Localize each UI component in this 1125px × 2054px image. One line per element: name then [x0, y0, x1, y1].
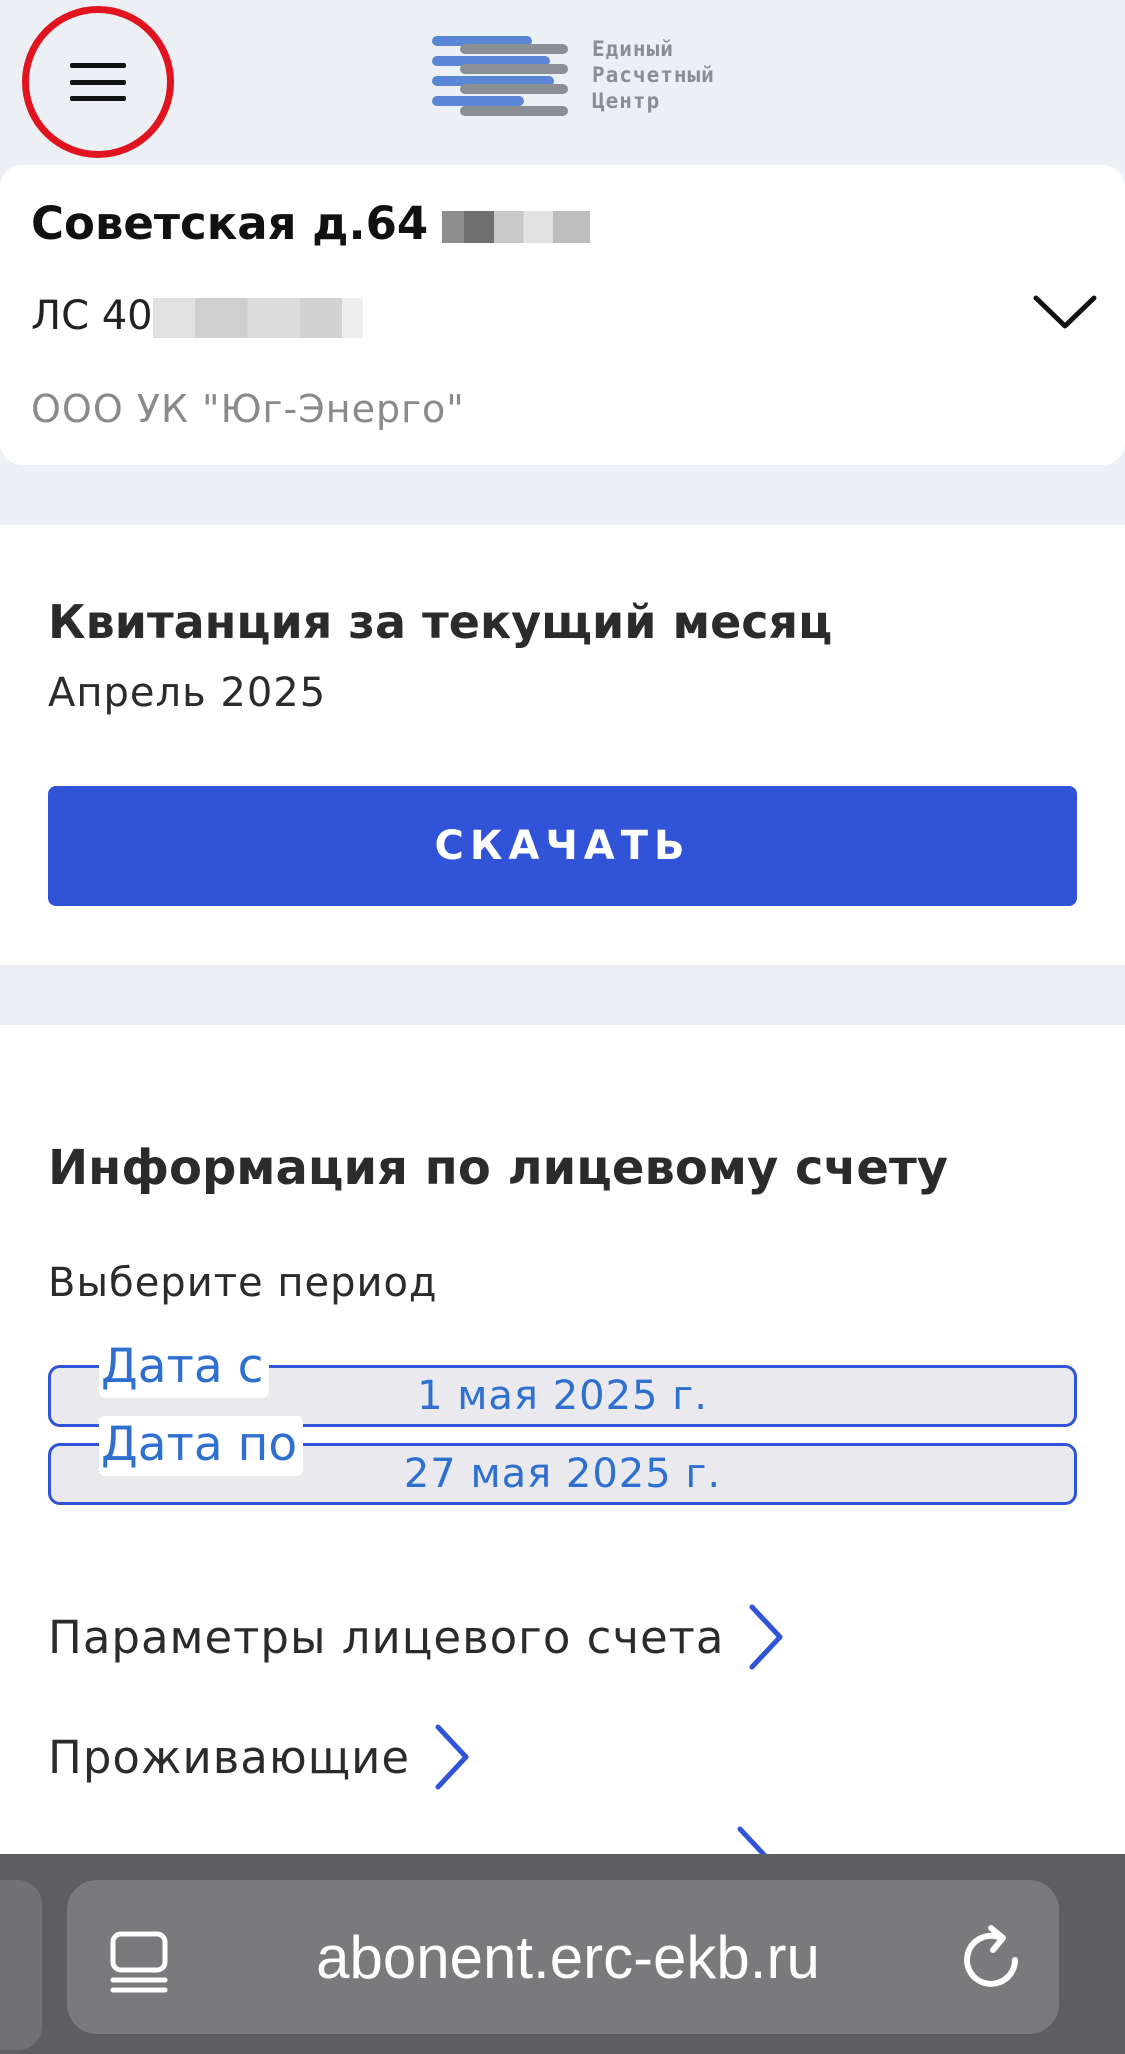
previous-tab[interactable]	[0, 1880, 42, 2050]
app-header: Единый Расчетный Центр	[0, 0, 1125, 165]
hamburger-icon	[70, 63, 126, 101]
reload-icon[interactable]	[957, 1922, 1029, 1998]
receipt-title: Квитанция за текущий месяц	[48, 595, 833, 649]
logo-mark-icon	[432, 36, 568, 116]
logo-text: Единый Расчетный Центр	[592, 36, 715, 114]
date-from-label: Дата с	[99, 1338, 270, 1398]
account-params-link[interactable]: Параметры лицевого счета	[48, 1603, 784, 1671]
browser-toolbar: abonent.erc-ekb.ru	[0, 1854, 1125, 2054]
chevron-right-icon	[435, 1724, 469, 1790]
url-text: abonent.erc-ekb.ru	[316, 1923, 820, 1991]
management-company: ООО УК "Юг-Энерго"	[31, 387, 465, 431]
logo-line-1: Единый	[592, 37, 674, 61]
residents-link[interactable]: Проживающие	[48, 1723, 470, 1791]
account-params-label: Параметры лицевого счета	[48, 1610, 725, 1664]
menu-button[interactable]	[22, 6, 174, 158]
account-address: Советская д.64	[31, 197, 591, 250]
address-bar[interactable]: abonent.erc-ekb.ru	[67, 1880, 1059, 2034]
receipt-section: Квитанция за текущий месяц Апрель 2025 С…	[0, 525, 1125, 965]
chevron-down-icon[interactable]	[1032, 292, 1098, 332]
account-selector[interactable]: Советская д.64 ЛС 40 ООО УК "Юг-Энерго"	[0, 165, 1125, 465]
chevron-right-icon	[749, 1604, 783, 1670]
period-label: Выберите период	[48, 1260, 438, 1306]
residents-label: Проживающие	[48, 1730, 411, 1784]
redacted-apartment	[442, 211, 591, 243]
download-button[interactable]: СКАЧАТЬ	[48, 786, 1077, 906]
erc-logo[interactable]: Единый Расчетный Центр	[432, 34, 752, 120]
logo-line-3: Центр	[592, 89, 661, 113]
account-number: ЛС 40	[31, 293, 363, 339]
account-info-title: Информация по лицевому счету	[48, 1140, 949, 1196]
redacted-account-number	[152, 298, 363, 338]
logo-line-2: Расчетный	[592, 63, 715, 87]
date-to-field[interactable]: 27 мая 2025 г. Дата по	[48, 1416, 1077, 1505]
date-to-label: Дата по	[99, 1416, 304, 1476]
account-info-section: Информация по лицевому счету Выберите пе…	[0, 1025, 1125, 1892]
receipt-period: Апрель 2025	[48, 670, 327, 716]
